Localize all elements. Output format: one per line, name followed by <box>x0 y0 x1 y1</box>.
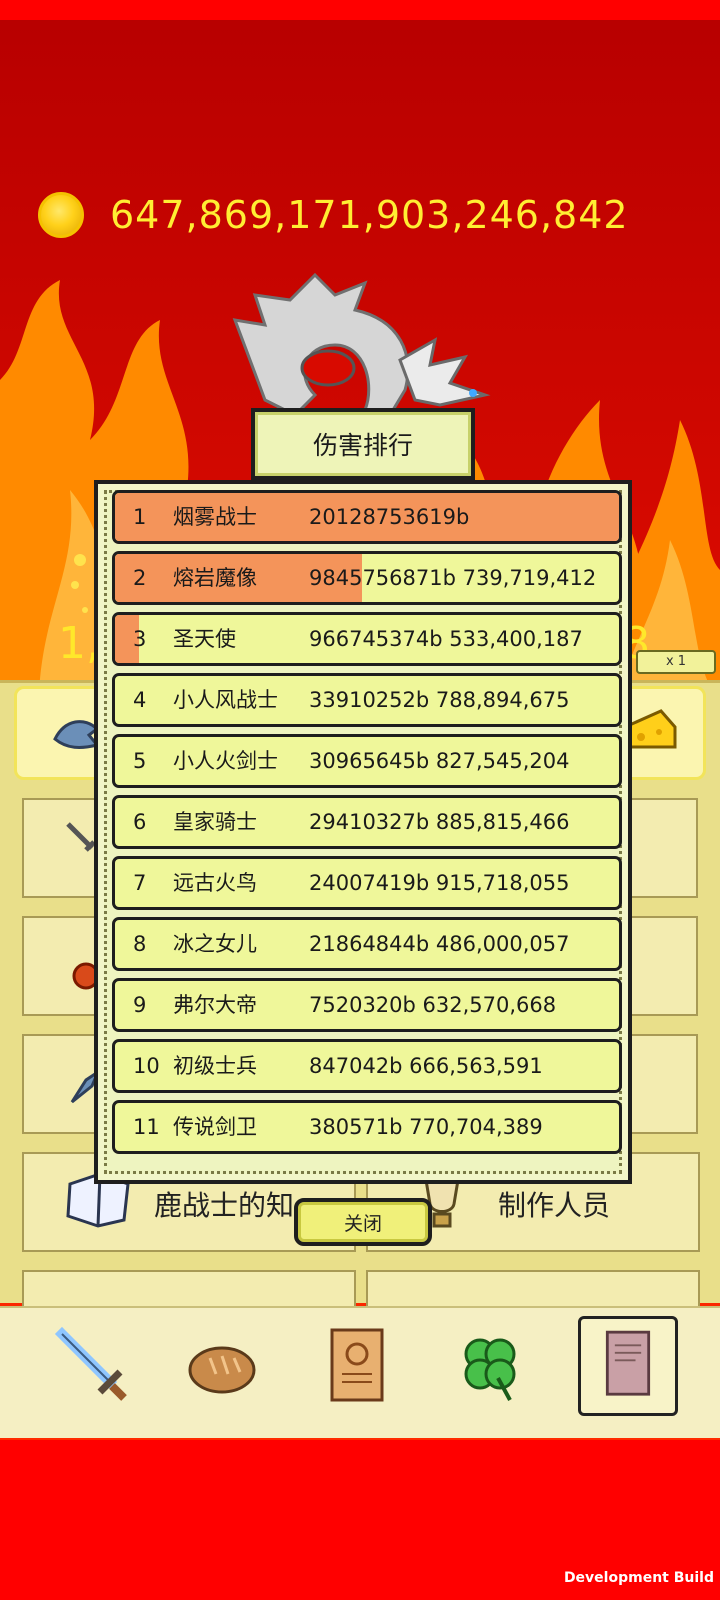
dev-build-label: Development Build <box>563 1570 714 1586</box>
rank-number: 3 <box>133 627 147 651</box>
ranking-dialog: 1 烟雾战士 20128753619b 2 熔岩魔像 9845756871b 739,71… <box>94 480 632 1184</box>
rank-number: 2 <box>133 566 147 590</box>
ranking-row[interactable]: 11 传说剑卫 380571b 770,704,389 <box>112 1100 622 1154</box>
bread-icon <box>188 1346 256 1394</box>
scroll-icon <box>330 1328 384 1402</box>
menu-tile-potion[interactable] <box>22 916 102 1016</box>
damage-stats: 847042b 666,563,591 <box>309 1054 543 1078</box>
rank-number: 7 <box>133 871 147 895</box>
credits-label: 制作人员 <box>498 1189 611 1222</box>
ranking-row[interactable]: 2 熔岩魔像 9845756871b 739,719,412 <box>112 551 622 605</box>
book-icon <box>605 1330 651 1396</box>
menu-tile-lower-right[interactable] <box>366 1270 700 1310</box>
ranking-title: 伤害排行 <box>251 408 475 480</box>
ranking-row[interactable]: 10 初级士兵 847042b 666,563,591 <box>112 1039 622 1093</box>
damage-stats: 30965645b 827,545,204 <box>309 749 570 773</box>
damage-stats: 24007419b 915,718,055 <box>309 871 570 895</box>
damage-stats: 29410327b 885,815,466 <box>309 810 570 834</box>
rank-number: 9 <box>133 993 147 1017</box>
menu-tile-item[interactable] <box>22 1034 102 1134</box>
damage-stats: 966745374b 533,400,187 <box>309 627 583 651</box>
nav-sword-button[interactable] <box>42 1316 142 1416</box>
damage-stats: 7520320b 632,570,668 <box>309 993 557 1017</box>
damage-stats: 380571b 770,704,389 <box>309 1115 543 1139</box>
rank-number: 5 <box>133 749 147 773</box>
rank-number: 11 <box>133 1115 160 1139</box>
close-button[interactable]: 关闭 <box>294 1198 432 1246</box>
unit-name: 远古火鸟 <box>173 871 257 895</box>
ranking-row[interactable]: 1 烟雾战士 20128753619b <box>112 490 622 544</box>
sword-icon <box>54 1326 127 1401</box>
gold-counter: 647,869,171,903,246,842 <box>38 190 629 240</box>
damage-stats: 21864844b 486,000,057 <box>309 932 570 956</box>
ranking-row[interactable]: 9 弗尔大帝 7520320b 632,570,668 <box>112 978 622 1032</box>
clover-icon <box>464 1338 516 1401</box>
knowledge-label: 鹿战士的知 <box>154 1189 295 1222</box>
damage-stats: 9845756871b 739,719,412 <box>309 566 597 590</box>
rank-number: 8 <box>133 932 147 956</box>
unit-name: 传说剑卫 <box>173 1115 257 1139</box>
rank-number: 1 <box>133 505 147 529</box>
ranking-row[interactable]: 8 冰之女儿 21864844b 486,000,057 <box>112 917 622 971</box>
speed-multiplier[interactable]: x 1 <box>636 650 716 674</box>
rank-number: 4 <box>133 688 147 712</box>
ranking-row[interactable]: 7 远古火鸟 24007419b 915,718,055 <box>112 856 622 910</box>
ranking-row[interactable]: 3 圣天使 966745374b 533,400,187 <box>112 612 622 666</box>
menu-tile-sword[interactable] <box>22 798 102 898</box>
nav-scroll-button[interactable] <box>308 1316 408 1416</box>
unit-name: 小人火剑士 <box>173 749 278 773</box>
unit-name: 弗尔大帝 <box>173 993 257 1017</box>
unit-name: 小人风战士 <box>173 688 278 712</box>
unit-name: 圣天使 <box>173 627 236 651</box>
ranking-row[interactable]: 6 皇家骑士 29410327b 885,815,466 <box>112 795 622 849</box>
ranking-row[interactable]: 4 小人风战士 33910252b 788,894,675 <box>112 673 622 727</box>
unit-name: 初级士兵 <box>173 1054 257 1078</box>
gold-amount: 647,869,171,903,246,842 <box>110 193 629 237</box>
unit-name: 皇家骑士 <box>173 810 257 834</box>
ranking-row[interactable]: 5 小人火剑士 30965645b 827,545,204 <box>112 734 622 788</box>
menu-tile-lower-left[interactable] <box>22 1270 356 1310</box>
nav-book-button[interactable] <box>578 1316 678 1416</box>
unit-name: 冰之女儿 <box>173 932 257 956</box>
rank-number: 6 <box>133 810 147 834</box>
unit-name: 烟雾战士 <box>173 505 257 529</box>
damage-stats: 33910252b 788,894,675 <box>309 688 570 712</box>
unit-name: 熔岩魔像 <box>173 566 257 590</box>
damage-stats: 20128753619b <box>309 505 470 529</box>
gold-coin-icon <box>38 192 84 238</box>
nav-clover-button[interactable] <box>440 1316 540 1416</box>
nav-bread-button[interactable] <box>172 1316 272 1416</box>
rank-number: 10 <box>133 1054 160 1078</box>
